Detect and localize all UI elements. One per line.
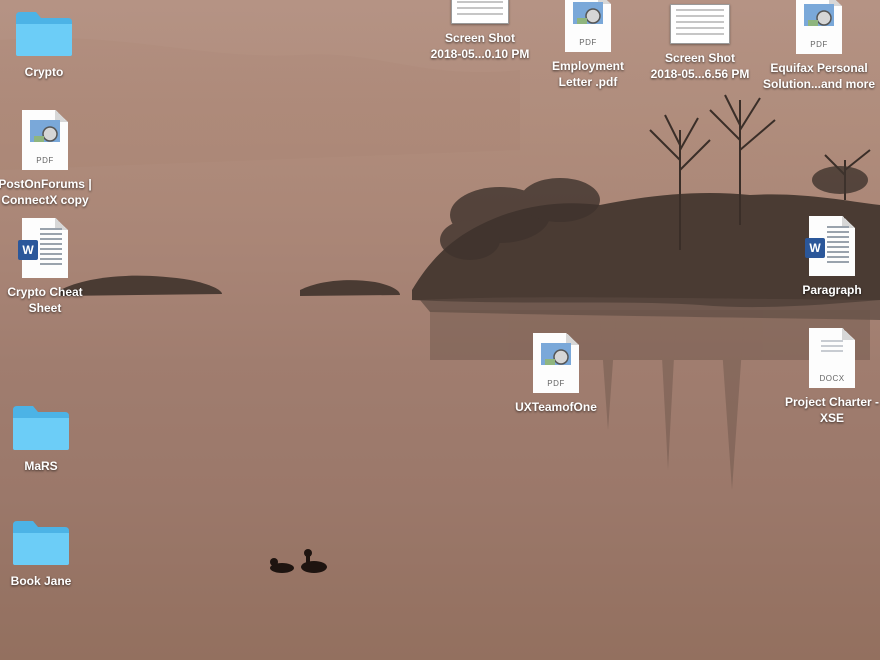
icon-label: UXTeamofOne (515, 400, 597, 414)
docx-file-icon: DOCX (809, 328, 855, 388)
folder-icon (16, 12, 72, 56)
folder-icon (13, 521, 69, 565)
desktop-icon-employment-letter-pdf[interactable]: PDF Employment Letter .pdf (533, 0, 643, 90)
pdf-file-icon: PDF (533, 333, 579, 393)
desktop-icon-project-charter-docx[interactable]: DOCX Project Charter - XSE (777, 328, 880, 426)
desktop-icon-screenshot-1[interactable]: Screen Shot 2018-05...0.10 PM (425, 0, 535, 62)
pdf-file-icon: PDF (796, 0, 842, 54)
pdf-file-icon: PDF (565, 0, 611, 52)
desktop-icon-mars-folder[interactable]: MaRS (0, 404, 96, 474)
icon-label: PostOnForums | ConnectX copy (0, 177, 92, 207)
desktop-icon-postonforums-pdf[interactable]: PDF PostOnForums | ConnectX copy (0, 110, 100, 208)
desktop-icon-book-jane-folder[interactable]: Book Jane (0, 519, 96, 589)
icon-label: MaRS (24, 459, 58, 473)
icon-label: Crypto Cheat Sheet (7, 285, 83, 315)
screenshot-file-icon (670, 4, 730, 44)
desktop-wallpaper (0, 0, 880, 490)
desktop-icon-uxteamofone-pdf[interactable]: PDF UXTeamofOne (501, 333, 611, 415)
icon-label: Project Charter - XSE (784, 395, 880, 425)
icon-label: Equifax Personal Solution...and more (762, 61, 875, 91)
icon-label: Paragraph (802, 283, 862, 297)
icon-label: Book Jane (10, 574, 72, 588)
icon-label: Crypto (24, 65, 64, 79)
screenshot-file-icon (451, 0, 509, 24)
desktop-icon-screenshot-2[interactable]: Screen Shot 2018-05...6.56 PM (645, 4, 755, 82)
desktop-icon-crypto-folder[interactable]: Crypto (0, 10, 99, 80)
desktop-icon-equifax-pdf[interactable]: PDF Equifax Personal Solution...and more (763, 0, 875, 92)
desktop-icon-paragraph-doc[interactable]: W Paragraph (777, 216, 880, 298)
word-doc-icon: W (18, 218, 68, 278)
icon-label: Employment Letter .pdf (551, 59, 624, 89)
pdf-file-icon: PDF (22, 110, 68, 170)
folder-icon (13, 406, 69, 450)
desktop-icon-crypto-cheat-sheet[interactable]: W Crypto Cheat Sheet (0, 218, 100, 316)
word-doc-icon: W (805, 216, 855, 276)
ducks-decoration (270, 549, 327, 573)
icon-label: Screen Shot 2018-05...6.56 PM (650, 51, 750, 81)
